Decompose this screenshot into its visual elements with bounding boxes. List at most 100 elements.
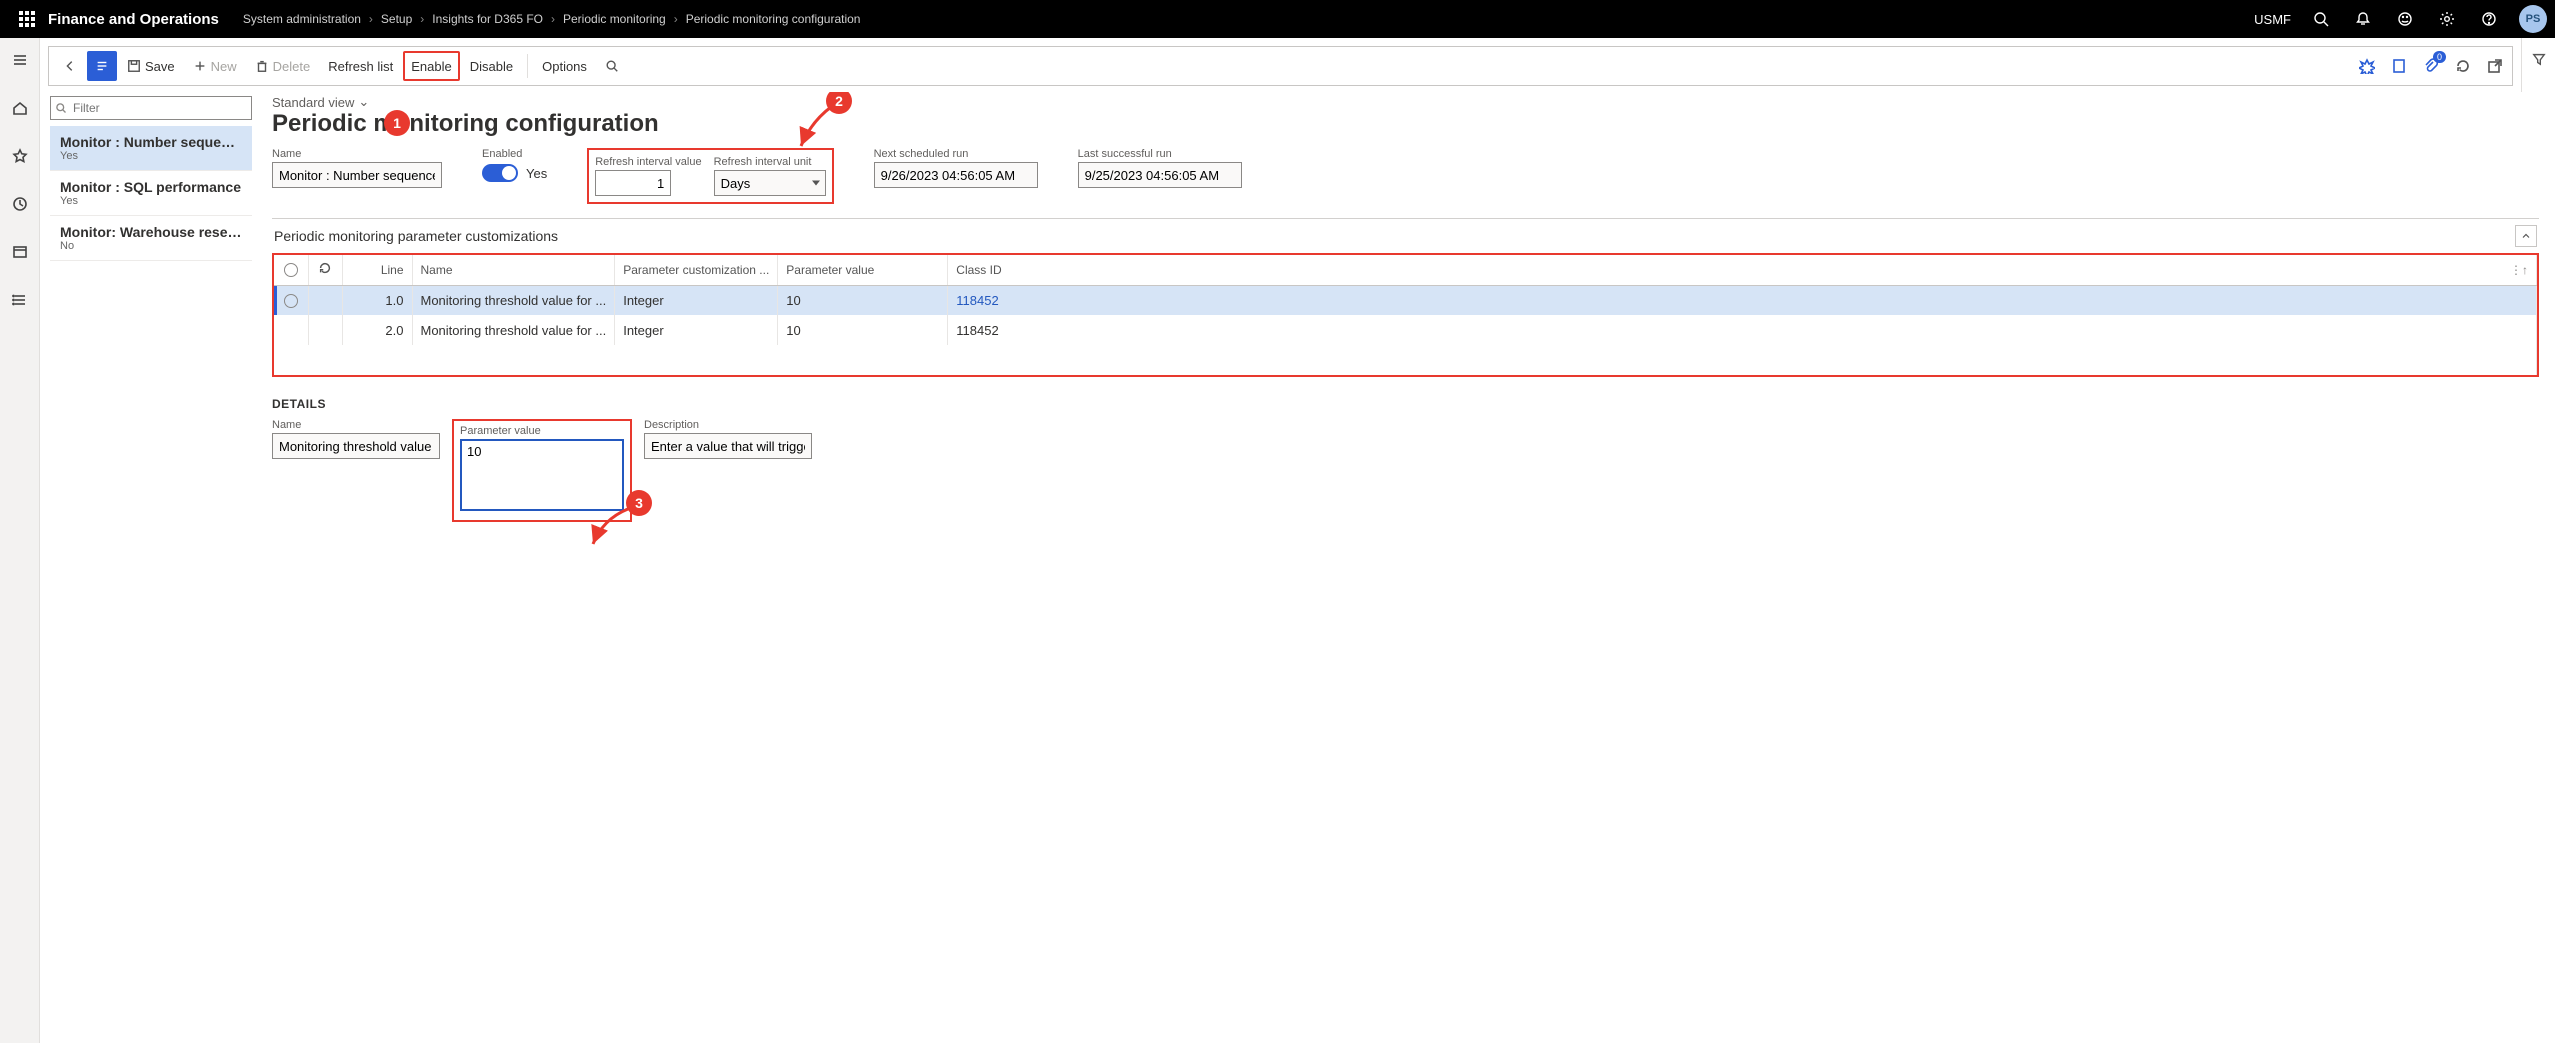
form-area: Standard view ⌄ Periodic monitoring conf…	[256, 92, 2555, 1043]
details-name-label: Name	[272, 419, 440, 431]
list-item-sub: Yes	[60, 150, 242, 162]
row-select[interactable]	[284, 294, 298, 308]
back-button[interactable]	[55, 51, 85, 81]
user-avatar[interactable]: PS	[2519, 5, 2547, 33]
param-value-input[interactable]	[460, 439, 624, 511]
fast-tab-header[interactable]: Periodic monitoring parameter customizat…	[272, 219, 2539, 253]
data-grid: Line Name Parameter customization ... Pa…	[274, 255, 2537, 375]
refresh-value-label: Refresh interval value	[595, 156, 701, 168]
search-icon	[55, 102, 67, 114]
next-run-label: Next scheduled run	[874, 148, 1038, 160]
recent-icon[interactable]	[4, 188, 36, 220]
enabled-value: Yes	[526, 166, 547, 181]
list-item[interactable]: Monitor: Warehouse reserva... No	[50, 216, 252, 261]
help-icon[interactable]	[2473, 3, 2505, 35]
col-name[interactable]: Name	[412, 255, 615, 285]
last-run-field[interactable]	[1078, 162, 1242, 188]
attachments-icon[interactable]: 0	[2420, 55, 2442, 77]
filter-input[interactable]	[71, 100, 247, 116]
disable-button[interactable]: Disable	[462, 51, 521, 81]
refresh-header[interactable]	[308, 255, 342, 285]
enabled-toggle[interactable]	[482, 164, 518, 182]
name-field[interactable]	[272, 162, 442, 188]
arrow-icon	[588, 504, 648, 557]
save-label: Save	[145, 59, 175, 74]
select-all-header[interactable]	[274, 255, 308, 285]
list-item-title: Monitor : Number sequences	[60, 134, 242, 150]
smile-icon[interactable]	[2389, 3, 2421, 35]
home-icon[interactable]	[4, 92, 36, 124]
save-button[interactable]: Save	[119, 51, 183, 81]
new-button[interactable]: New	[185, 51, 245, 81]
param-value-label: Parameter value	[460, 425, 624, 437]
grid-header-row: Line Name Parameter customization ... Pa…	[274, 255, 2537, 285]
description-label: Description	[644, 419, 812, 431]
app-title: Finance and Operations	[48, 11, 219, 28]
table-row[interactable]: 1.0 Monitoring threshold value for ... I…	[274, 285, 2537, 315]
refresh-icon[interactable]	[2452, 55, 2474, 77]
details-name-field[interactable]	[272, 433, 440, 459]
star-icon[interactable]	[4, 140, 36, 172]
workspace-icon[interactable]	[4, 236, 36, 268]
attachment-count: 0	[2433, 51, 2446, 63]
find-button[interactable]	[597, 51, 627, 81]
filter-box[interactable]	[50, 96, 252, 120]
refresh-unit-select[interactable]	[714, 170, 826, 196]
callout-1: 1	[384, 110, 410, 136]
gear-icon[interactable]	[2431, 3, 2463, 35]
next-run-field[interactable]	[874, 162, 1038, 188]
list-item-title: Monitor: Warehouse reserva...	[60, 224, 242, 240]
cell-param-cust: Integer	[615, 315, 778, 345]
col-class-id[interactable]: Class ID↑ ⋮	[948, 255, 2537, 285]
fast-tab: Periodic monitoring parameter customizat…	[272, 218, 2539, 377]
modules-icon[interactable]	[4, 284, 36, 316]
refresh-value-input[interactable]	[595, 170, 671, 196]
description-field[interactable]	[644, 433, 812, 459]
name-field-label: Name	[272, 148, 442, 160]
options-label: Options	[542, 59, 587, 74]
cell-name: Monitoring threshold value for ...	[412, 285, 615, 315]
top-header: Finance and Operations System administra…	[0, 0, 2555, 38]
personalize-icon[interactable]	[2356, 55, 2378, 77]
table-row[interactable]: 2.0 Monitoring threshold value for ... I…	[274, 315, 2537, 345]
cell-line: 1.0	[342, 285, 412, 315]
bell-icon[interactable]	[2347, 3, 2379, 35]
delete-button[interactable]: Delete	[247, 51, 319, 81]
breadcrumb-item[interactable]: Periodic monitoring	[563, 12, 666, 26]
breadcrumb-item[interactable]: Setup	[381, 12, 412, 26]
popout-icon[interactable]	[2484, 55, 2506, 77]
filter-pane-toggle[interactable]	[2521, 38, 2555, 92]
search-icon[interactable]	[2305, 3, 2337, 35]
arrow-icon	[796, 102, 856, 165]
refresh-list-button[interactable]: Refresh list	[320, 51, 401, 81]
more-icon[interactable]: ⋮	[2510, 263, 2522, 277]
list-item[interactable]: Monitor : Number sequences Yes	[50, 126, 252, 171]
breadcrumb-item[interactable]: Insights for D365 FO	[432, 12, 543, 26]
enable-button[interactable]: Enable	[403, 51, 459, 81]
edit-button[interactable]	[87, 51, 117, 81]
enable-label: Enable	[411, 59, 451, 74]
col-param-val[interactable]: Parameter value	[778, 255, 948, 285]
view-picker[interactable]: Standard view ⌄	[272, 94, 369, 110]
cell-param-val: 10	[778, 315, 948, 345]
breadcrumb-item[interactable]: Periodic monitoring configuration	[686, 12, 861, 26]
list-item-sub: Yes	[60, 195, 242, 207]
hamburger-icon[interactable]	[4, 44, 36, 76]
cell-param-val: 10	[778, 285, 948, 315]
chevron-up-icon[interactable]	[2515, 225, 2537, 247]
breadcrumb-item[interactable]: System administration	[243, 12, 361, 26]
waffle-icon[interactable]	[8, 0, 46, 38]
col-param-cust[interactable]: Parameter customization ...	[615, 255, 778, 285]
grid-wrap: Line Name Parameter customization ... Pa…	[272, 253, 2539, 377]
sort-asc-icon: ↑	[2522, 263, 2528, 277]
cell-class-id[interactable]: 118452	[956, 293, 998, 308]
new-label: New	[211, 59, 237, 74]
page-title: Periodic monitoring configuration	[272, 110, 2539, 138]
list-item[interactable]: Monitor : SQL performance Yes	[50, 171, 252, 216]
chevron-down-icon: ⌄	[358, 94, 369, 110]
delete-label: Delete	[273, 59, 311, 74]
company-label[interactable]: USMF	[2254, 12, 2291, 27]
page-options-icon[interactable]	[2388, 55, 2410, 77]
options-button[interactable]: Options	[534, 51, 595, 81]
col-line[interactable]: Line	[342, 255, 412, 285]
